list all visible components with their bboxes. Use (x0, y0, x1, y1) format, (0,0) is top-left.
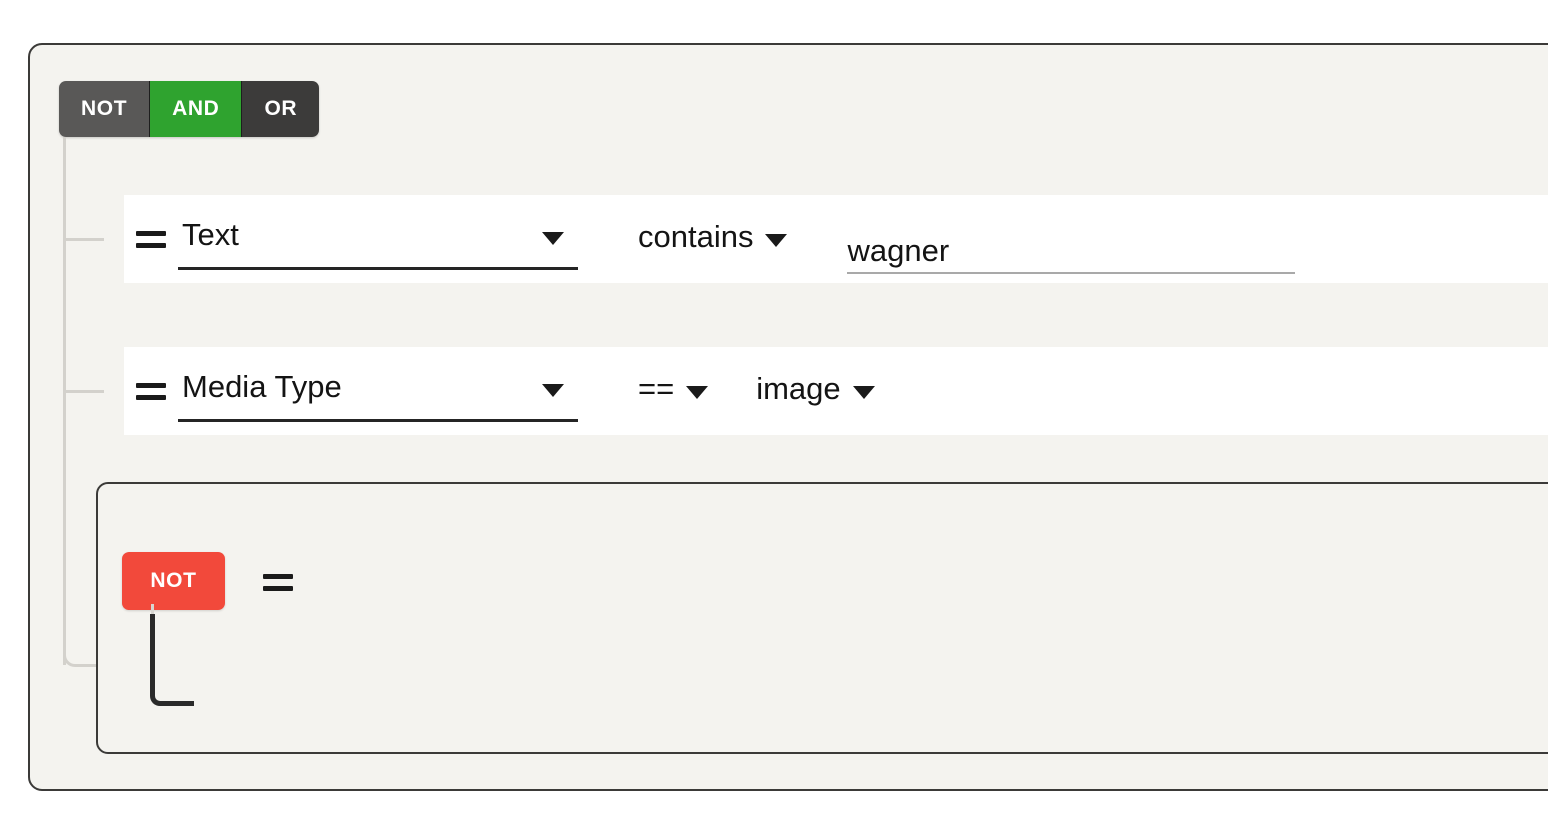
rule-value-input[interactable]: wagner (847, 204, 1296, 274)
rule-value-select[interactable]: image (754, 360, 876, 422)
rule-operator-select[interactable]: == (636, 360, 710, 422)
conjunction-option-and[interactable]: AND (150, 81, 243, 137)
rule-value-text: wagner (847, 233, 950, 268)
rule-field-value: Media Type (182, 369, 342, 404)
rule-field-value: Text (182, 217, 239, 252)
rule-operator-select[interactable]: contains (636, 208, 789, 270)
drag-handle-icon[interactable] (124, 195, 178, 283)
rule-operator-value: == (638, 370, 675, 406)
nested-group-not-toggle[interactable]: NOT (122, 552, 225, 610)
drag-handle-icon[interactable] (124, 347, 178, 435)
chevron-down-icon (852, 385, 875, 399)
tree-connector-rule-1 (66, 238, 104, 241)
tree-connector-rule-2 (66, 390, 104, 393)
chevron-down-icon (765, 233, 788, 247)
rule-row: Media Type == image (124, 347, 1548, 435)
query-builder-canvas: NOT AND OR Text contains wagner Media Ty… (0, 0, 1548, 828)
root-query-group: NOT AND OR Text contains wagner Media Ty… (28, 43, 1548, 791)
tree-trunk-line (63, 137, 66, 665)
conjunction-option-or[interactable]: OR (242, 81, 320, 137)
nested-group-not-label: NOT (150, 569, 197, 592)
conjunction-option-not-label: NOT (81, 97, 128, 120)
conjunction-option-or-label: OR (264, 97, 298, 120)
nested-tree-connector-rule (150, 614, 194, 706)
rule-row: Text contains wagner (124, 195, 1548, 283)
rule-operator-value: contains (638, 218, 754, 254)
conjunction-option-not[interactable]: NOT (59, 81, 151, 137)
conjunction-option-and-label: AND (172, 97, 220, 120)
chevron-down-icon (542, 384, 564, 397)
rule-field-select[interactable]: Text (178, 208, 578, 270)
rule-value-text: image (756, 370, 841, 406)
nested-group-drag-handle-icon[interactable] (256, 560, 300, 604)
conjunction-switch[interactable]: NOT AND OR (59, 81, 320, 137)
nested-query-group: NOT Text contains (96, 482, 1548, 754)
chevron-down-icon (542, 232, 564, 245)
rule-field-select[interactable]: Media Type (178, 360, 578, 422)
chevron-down-icon (686, 385, 709, 399)
